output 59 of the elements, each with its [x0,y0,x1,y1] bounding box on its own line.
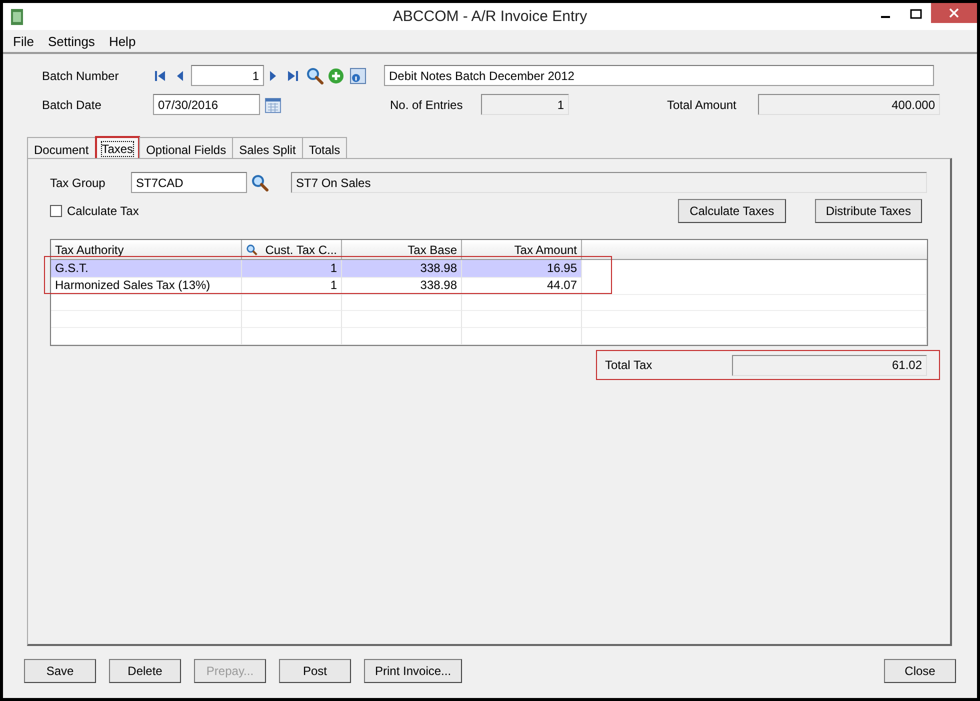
close-icon[interactable] [949,8,959,18]
tab[interactable]: Optional Fields [139,137,234,158]
previous-record-icon[interactable] [175,68,185,82]
last-record-icon[interactable] [286,68,300,82]
tax-group-field[interactable]: ST7CAD [131,172,247,193]
table-cell: 1 [242,277,342,295]
table-cell: 16.95 [462,260,582,278]
column-header[interactable]: Tax Amount [462,240,582,259]
batch-number-field[interactable]: 1 [191,65,264,86]
tab[interactable]: Document [27,137,96,158]
action-button[interactable]: Save [24,659,96,683]
maximize-icon[interactable] [910,9,922,19]
distribute-taxes-button[interactable]: Distribute Taxes [814,199,922,223]
tab[interactable]: Totals [302,137,348,158]
entries-field[interactable]: 1 [481,94,569,115]
calculate-taxes-button[interactable]: Calculate Taxes [678,199,786,223]
search-icon[interactable] [246,244,258,256]
table-cell: 1 [242,260,342,278]
search-icon[interactable] [306,66,324,84]
search-icon[interactable] [251,174,269,192]
next-record-icon[interactable] [268,68,278,82]
table-cell: 338.98 [342,260,462,278]
first-record-icon[interactable] [153,68,167,82]
field-label: Batch Date [42,98,102,112]
table-cell: G.S.T. [51,260,242,278]
table-cell: Harmonized Sales Tax (13%) [51,277,242,295]
checkbox[interactable] [50,205,62,217]
menu-item[interactable]: File [13,34,34,48]
column-header[interactable]: Tax Authority [51,240,242,259]
field-label: Tax Group [50,176,106,190]
field-label: Total Tax [605,358,654,372]
menu-item[interactable]: Help [108,34,136,48]
batch-description-field[interactable]: Debit Notes Batch December 2012 [384,65,934,86]
batch-date-field[interactable]: 07/30/2016 [153,94,260,115]
close-button[interactable] [931,3,977,23]
action-button[interactable]: Delete [109,659,181,683]
checkbox-label: Calculate Tax [67,204,139,218]
add-icon[interactable] [328,68,344,84]
column-header[interactable]: Tax Base [342,240,462,259]
app-icon [11,8,23,24]
info-icon[interactable] [350,68,366,84]
table-row[interactable]: Harmonized Sales Tax (13%) 1 338.98 44.07 [51,277,927,294]
close-window-button[interactable]: Close [884,659,956,683]
field-label: Batch Number [42,68,120,82]
table-cell: 338.98 [342,277,462,295]
action-button[interactable]: Post [279,659,351,683]
action-button[interactable]: Print Invoice... [364,659,462,683]
table-row[interactable]: G.S.T. 1 338.98 16.95 [51,260,927,277]
tab[interactable]: Sales Split [232,137,303,158]
column-header[interactable]: Cust. Tax C... [242,240,342,259]
calendar-icon[interactable] [265,96,281,112]
menu-item[interactable]: Settings [48,34,95,48]
window-title: ABCCOM - A/R Invoice Entry [392,8,588,25]
tab[interactable]: Taxes [94,136,140,158]
tax-group-description-field[interactable]: ST7 On Sales [291,172,927,193]
field-label: Total Amount [667,98,738,112]
total-tax-field[interactable]: 61.02 [732,354,927,376]
total-amount-field[interactable]: 400.000 [758,94,940,115]
field-label: No. of Entries [390,98,464,112]
